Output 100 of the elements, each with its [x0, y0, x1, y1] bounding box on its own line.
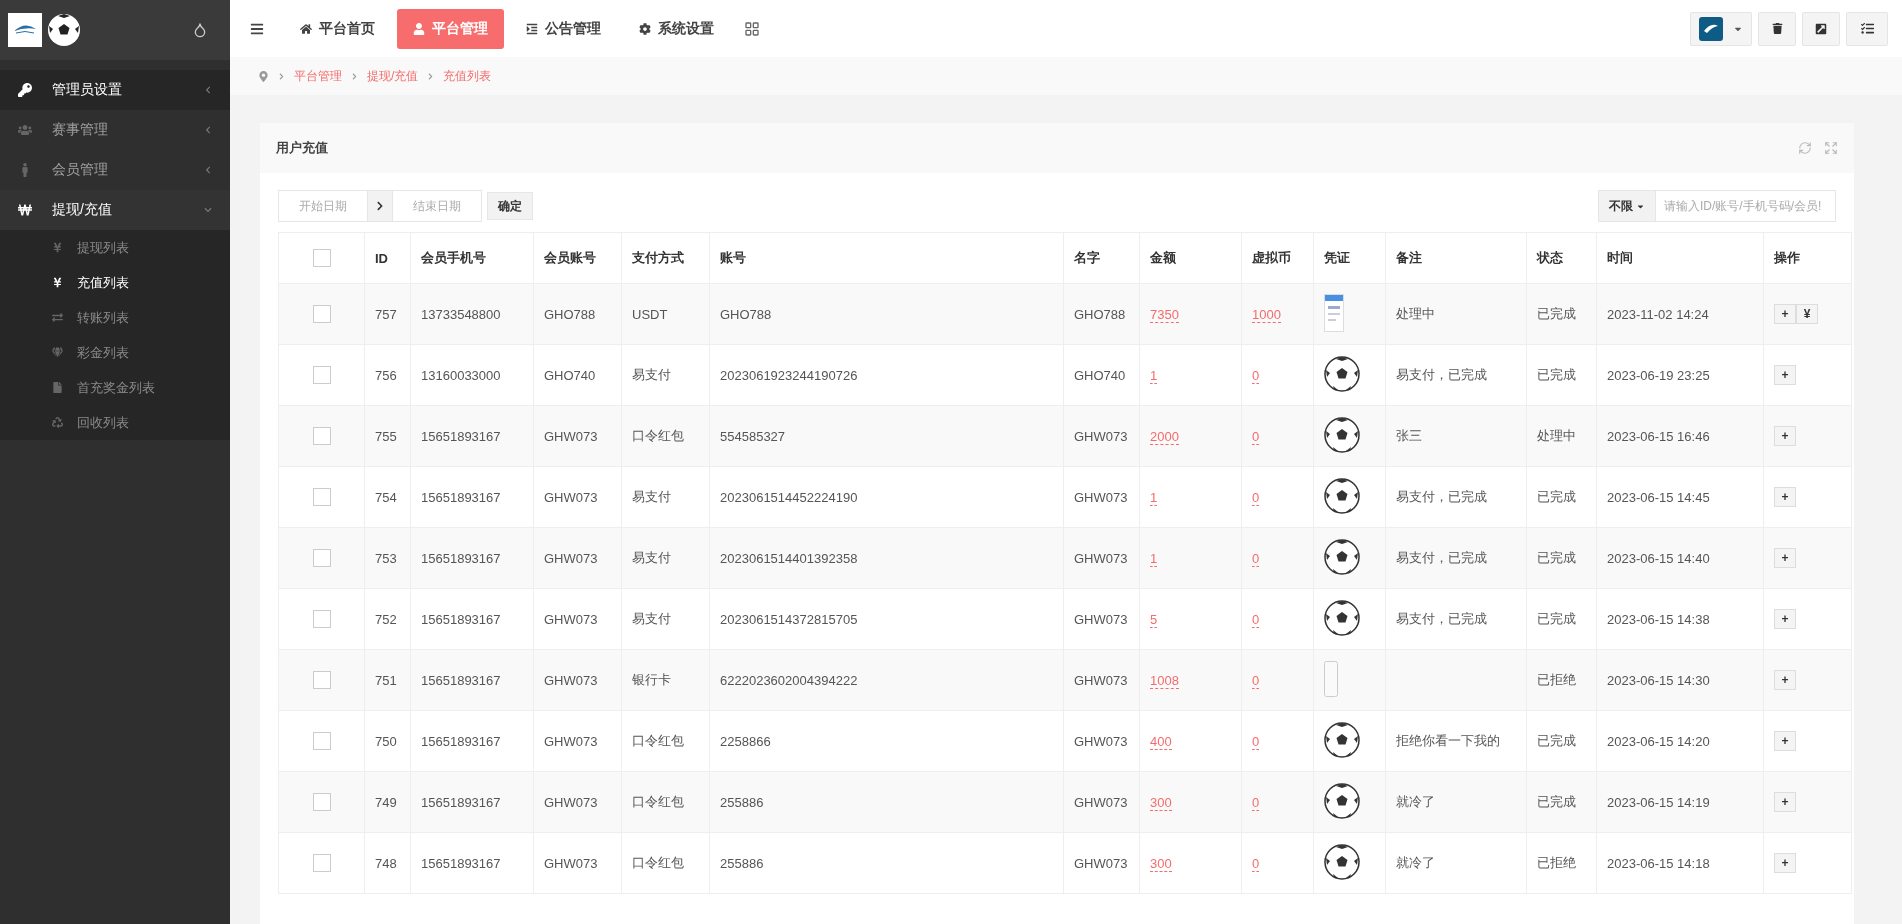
table-cell: GHW073	[533, 466, 622, 528]
table-cell: 已完成	[1526, 527, 1597, 589]
row-checkbox[interactable]	[312, 793, 331, 811]
confirm-button[interactable]: 确定	[487, 192, 533, 220]
refresh-icon[interactable]	[1798, 141, 1812, 155]
amount-link[interactable]: 1	[1150, 489, 1158, 506]
action-button[interactable]: +	[1774, 609, 1796, 629]
row-checkbox[interactable]	[312, 488, 331, 506]
action-button[interactable]: +	[1774, 365, 1796, 385]
row-checkbox[interactable]	[312, 549, 331, 567]
sidebar-item[interactable]: 提现/充值	[0, 190, 230, 230]
home-icon	[300, 22, 312, 35]
amount-link[interactable]: 1008	[1150, 672, 1179, 689]
nav-tab[interactable]: 平台管理	[397, 8, 504, 49]
coin-link[interactable]: 0	[1252, 611, 1260, 628]
amount-link[interactable]: 2000	[1150, 428, 1179, 445]
grid-icon[interactable]	[744, 20, 760, 37]
table-cell: 15651893167	[410, 405, 534, 467]
sidebar-subitem[interactable]: 提现列表	[0, 230, 230, 265]
table-cell: 已完成	[1526, 771, 1597, 833]
start-date-field[interactable]: 开始日期	[278, 190, 368, 222]
coin-link[interactable]: 0	[1252, 855, 1260, 872]
column-header: 账号	[709, 232, 1064, 284]
chevron-left-icon	[204, 86, 212, 94]
action-button[interactable]: +	[1774, 487, 1796, 507]
action-button[interactable]: +	[1774, 731, 1796, 751]
action-button[interactable]: +	[1774, 792, 1796, 812]
row-checkbox[interactable]	[312, 854, 331, 872]
amount-link[interactable]: 5	[1150, 611, 1158, 628]
coin-link[interactable]: 0	[1252, 672, 1260, 689]
table-cell: 易支付，已完成	[1385, 588, 1527, 650]
coin-link[interactable]: 0	[1252, 489, 1260, 506]
row-checkbox[interactable]	[312, 305, 331, 323]
sidebar-subitem[interactable]: 转账列表	[0, 300, 230, 335]
table-cell: 2023061514452224190	[709, 466, 1064, 528]
sidebar-subitem[interactable]: 回收列表	[0, 405, 230, 440]
table-cell: GHW073	[1063, 405, 1140, 467]
nav-tab[interactable]: 公告管理	[510, 8, 617, 49]
table-cell: GHO788	[709, 283, 1064, 345]
end-date-field[interactable]: 结束日期	[392, 190, 482, 222]
action-button[interactable]: +	[1774, 426, 1796, 446]
trash-button[interactable]	[1758, 11, 1796, 46]
action-button[interactable]: +	[1774, 304, 1796, 324]
action-button[interactable]: +	[1774, 853, 1796, 873]
sidebar-item[interactable]: 管理员设置	[0, 70, 230, 110]
coin-link[interactable]: 0	[1252, 367, 1260, 384]
coin-link[interactable]: 0	[1252, 550, 1260, 567]
table-cell: GHW073	[533, 710, 622, 772]
table-cell: 756	[364, 344, 411, 406]
column-header: ID	[364, 232, 411, 284]
column-header: 凭证	[1313, 232, 1386, 284]
sidebar-subitem[interactable]: 彩金列表	[0, 335, 230, 370]
droplet-icon[interactable]	[192, 22, 208, 38]
row-checkbox[interactable]	[312, 610, 331, 628]
soccer-ball-icon	[1324, 477, 1360, 514]
table-cell: 2258866	[709, 710, 1064, 772]
sidebar-subitem[interactable]: 首充奖金列表	[0, 370, 230, 405]
coin-link[interactable]: 1000	[1252, 306, 1281, 323]
soccer-ball-icon	[1324, 782, 1360, 819]
table-cell: 2023-06-19 23:25	[1596, 344, 1764, 406]
action-button[interactable]: +	[1774, 548, 1796, 568]
coin-link[interactable]: 0	[1252, 733, 1260, 750]
nav-tab[interactable]: 平台首页	[284, 8, 391, 49]
table-cell: 748	[364, 832, 411, 894]
row-checkbox[interactable]	[312, 671, 331, 689]
select-all-checkbox[interactable]	[312, 249, 331, 267]
amount-link[interactable]: 1	[1150, 550, 1158, 567]
table-cell: 2023061514401392358	[709, 527, 1064, 589]
table-cell: 15651893167	[410, 771, 534, 833]
table-cell: GHW073	[1063, 466, 1140, 528]
menu-icon[interactable]	[250, 21, 264, 36]
row-checkbox[interactable]	[312, 427, 331, 445]
amount-link[interactable]: 7350	[1150, 306, 1179, 323]
amount-link[interactable]: 1	[1150, 367, 1158, 384]
table-cell: 752	[364, 588, 411, 650]
table-cell: 拒绝你看一下我的	[1385, 710, 1527, 772]
scope-dropdown[interactable]: 不限	[1598, 190, 1656, 222]
amount-link[interactable]: 300	[1150, 794, 1172, 811]
amount-link[interactable]: 400	[1150, 733, 1172, 750]
action-button[interactable]: +	[1774, 670, 1796, 690]
action-button[interactable]: ¥	[1796, 304, 1818, 324]
table-cell: 2023-06-15 14:38	[1596, 588, 1764, 650]
breadcrumb-link[interactable]: 平台管理	[294, 67, 342, 85]
table-cell: 13160033000	[410, 344, 534, 406]
row-checkbox[interactable]	[312, 366, 331, 384]
amount-link[interactable]: 300	[1150, 855, 1172, 872]
breadcrumb-link[interactable]: 充值列表	[443, 67, 492, 85]
sidebar-subitem[interactable]: 充值列表	[0, 265, 230, 300]
external-link-button[interactable]	[1802, 11, 1840, 46]
list-button[interactable]	[1846, 11, 1888, 46]
coin-link[interactable]: 0	[1252, 428, 1260, 445]
column-header: 支付方式	[621, 232, 710, 284]
row-checkbox[interactable]	[312, 732, 331, 750]
settings-icon	[639, 22, 651, 35]
search-field[interactable]: 请输入ID/账号/手机号码/会员!	[1656, 190, 1836, 222]
fullscreen-icon[interactable]	[1824, 141, 1838, 155]
coin-link[interactable]: 0	[1252, 794, 1260, 811]
nav-tab[interactable]: 系统设置	[623, 8, 730, 49]
breadcrumb-link[interactable]: 提现/充值	[367, 67, 419, 85]
avatar-dropdown[interactable]	[1690, 11, 1752, 46]
